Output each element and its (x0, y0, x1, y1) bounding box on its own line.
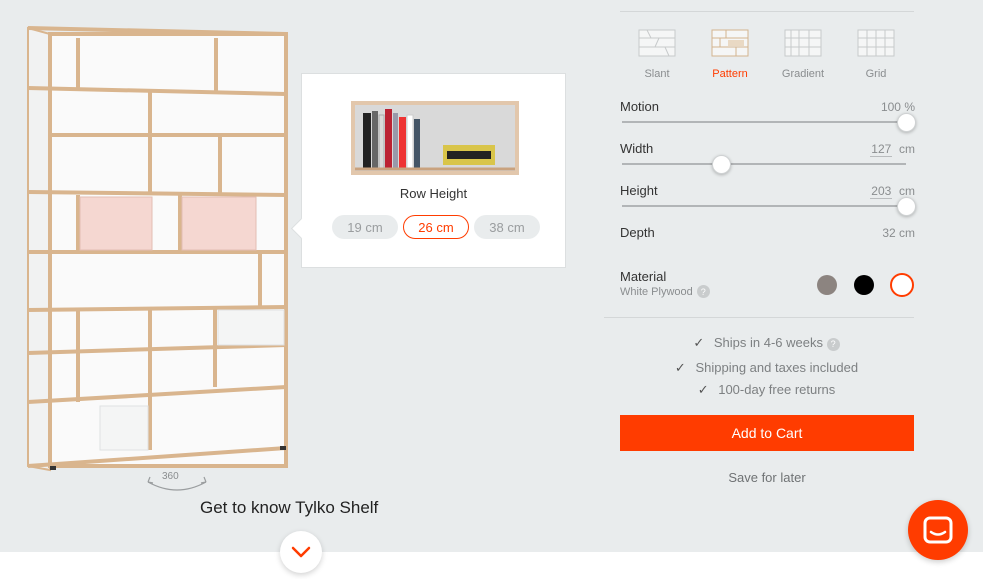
page-bottom-band (0, 552, 983, 579)
benefit-text: Ships in 4-6 weeks (713, 335, 824, 350)
motion-number: 100 (880, 100, 901, 114)
style-label: Slant (644, 68, 670, 80)
benefit-text: 100-day free returns (718, 382, 836, 397)
row-height-options: 19 cm 26 cm 38 cm (332, 215, 540, 239)
chat-button[interactable] (908, 500, 968, 560)
row-height-preview-image (351, 101, 519, 175)
shipping-help-icon[interactable]: ? (826, 337, 840, 351)
depth-label: Depth (620, 225, 655, 240)
pattern-shelf-icon (711, 29, 749, 57)
scroll-down-button[interactable] (280, 531, 322, 573)
height-label: Height (620, 183, 658, 198)
height-value: 203 cm (870, 184, 915, 199)
add-to-cart-button[interactable]: Add to Cart (620, 415, 914, 451)
row-height-option-38[interactable]: 38 cm (474, 215, 540, 239)
material-swatch-black[interactable] (854, 275, 874, 295)
motion-control: Motion 100 % (620, 99, 916, 132)
chevron-down-icon (291, 546, 311, 558)
style-label: Pattern (712, 68, 748, 80)
benefit-shipping-time: ✓ Ships in 4-6 weeks ? (604, 335, 929, 351)
depth-value: 32 cm (882, 226, 915, 240)
grid-shelf-icon (857, 29, 895, 57)
width-input[interactable]: 127 (870, 142, 893, 157)
style-option-gradient[interactable]: Gradient (768, 26, 838, 80)
height-unit: cm (899, 184, 915, 198)
get-to-know-heading: Get to know Tylko Shelf (200, 498, 379, 517)
material-help-icon[interactable]: ? (696, 285, 710, 298)
motion-value: 100 % (881, 100, 915, 114)
width-value: 127 cm (870, 142, 915, 157)
benefit-free-returns: ✓ 100-day free returns (604, 382, 929, 398)
benefit-text: Shipping and taxes included (695, 360, 859, 375)
width-control: Width 127 cm (620, 141, 915, 174)
gradient-shelf-icon (784, 29, 822, 57)
style-option-slant[interactable]: Slant (622, 26, 692, 80)
height-input[interactable]: 203 (870, 184, 893, 199)
benefit-shipping-taxes: ✓ Shipping and taxes included (604, 360, 929, 376)
check-icon: ✓ (697, 382, 709, 397)
height-slider-track[interactable] (622, 197, 916, 216)
material-divider (604, 317, 914, 318)
depth-control: Depth 32 cm (620, 225, 915, 245)
style-label: Grid (865, 68, 887, 80)
row-height-popover: Row Height 19 cm 26 cm 38 cm (290, 73, 566, 268)
check-icon: ✓ (674, 360, 686, 375)
slant-shelf-icon (638, 29, 676, 57)
chat-icon (923, 516, 953, 544)
motion-unit: % (904, 100, 915, 114)
height-control: Height 203 cm (620, 183, 916, 216)
material-swatch-white-plywood[interactable] (890, 273, 914, 297)
motion-slider-thumb[interactable] (897, 113, 916, 132)
shelf-3d-preview[interactable] (20, 20, 295, 475)
width-label: Width (620, 141, 654, 156)
material-swatch-grey[interactable] (817, 275, 837, 295)
width-unit: cm (899, 142, 915, 156)
width-slider-track[interactable] (622, 155, 906, 174)
material-selected-name: White Plywood (620, 285, 693, 298)
row-height-option-19[interactable]: 19 cm (332, 215, 398, 239)
style-option-grid[interactable]: Grid (841, 26, 911, 80)
rotate-label: 360 (162, 471, 179, 482)
motion-label: Motion (620, 99, 660, 114)
popover-title: Row Height (399, 186, 468, 201)
check-icon: ✓ (693, 335, 705, 350)
style-option-pattern[interactable]: Pattern (695, 26, 765, 80)
style-label: Gradient (781, 68, 825, 80)
save-for-later-link[interactable]: Save for later (620, 470, 914, 485)
row-height-option-26[interactable]: 26 cm (403, 215, 469, 239)
motion-slider-track[interactable] (622, 113, 916, 132)
top-divider (620, 11, 914, 12)
material-label: Material (620, 269, 667, 284)
material-selected: White Plywood ? (620, 285, 710, 298)
height-slider-thumb[interactable] (897, 197, 916, 216)
